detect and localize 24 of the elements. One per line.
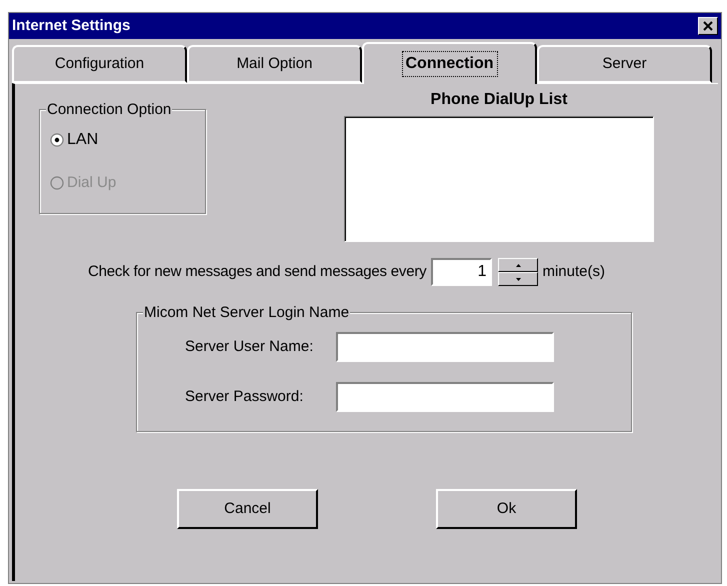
close-button[interactable] <box>698 17 718 35</box>
close-icon <box>703 21 713 31</box>
input-field[interactable] <box>336 382 554 412</box>
interval-label: Check for new messages and send messages every <box>88 262 426 282</box>
dialup-listbox[interactable] <box>344 116 654 242</box>
interval-field[interactable]: 1 <box>431 258 492 286</box>
tab[interactable]: Mail Option <box>187 45 362 83</box>
input-field[interactable] <box>336 332 554 362</box>
down-arrow-icon <box>516 278 521 280</box>
tab[interactable]: Connection <box>362 42 537 84</box>
window-title: Internet Settings <box>12 16 130 36</box>
field-label: Server User Name: <box>184 336 314 357</box>
up-arrow-icon <box>516 264 521 266</box>
spin-button[interactable] <box>498 258 538 286</box>
radio-button[interactable] <box>50 133 64 147</box>
tab[interactable]: Server <box>537 45 712 83</box>
list-title: Phone DialUp List <box>430 90 568 110</box>
dialog-button[interactable]: Cancel <box>177 489 318 529</box>
radio-label: Dial Up <box>67 173 116 193</box>
tab[interactable]: Configuration <box>12 45 187 83</box>
dialog-button[interactable]: Ok <box>436 489 577 529</box>
radio-label: LAN <box>67 130 98 150</box>
field-label: Server Password: <box>184 386 304 407</box>
unit-label: minute(s) <box>542 262 605 282</box>
